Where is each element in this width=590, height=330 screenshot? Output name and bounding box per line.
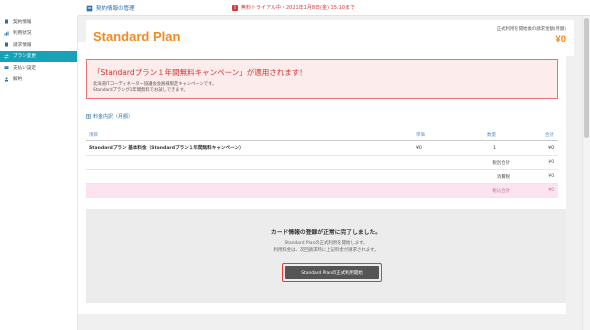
- document-icon: [5, 42, 8, 47]
- header-total: 合計: [545, 133, 554, 138]
- item-total: ¥0: [548, 145, 554, 151]
- summary-label: 消費税: [496, 174, 510, 180]
- table-header-row: 項目 単価 数量 合計: [86, 130, 558, 141]
- scrollbar[interactable]: [582, 16, 590, 330]
- summary-value: ¥0: [548, 160, 554, 165]
- sidebar-item-label: 契約情報: [13, 19, 32, 25]
- user-icon: [5, 77, 8, 82]
- chart-icon: [4, 31, 9, 36]
- start-button-frame: Standard Planの正式利用開始: [282, 263, 382, 282]
- campaign-text: 北海道ITコーディネーター協議会会員様限定キャンペーンです。 Standardプ…: [93, 82, 216, 94]
- swap-icon: [4, 54, 9, 59]
- campaign-title: 「Standardプラン１年間無料キャンペーン」が適用されます！: [93, 68, 307, 77]
- page-title: 契約情報の管理: [96, 6, 135, 12]
- table-icon: [86, 114, 91, 119]
- sidebar-item[interactable]: 支払い設定: [0, 62, 77, 74]
- campaign-banner: 「Standardプラン１年間無料キャンペーン」が適用されます！ 北海道ITコー…: [86, 59, 558, 99]
- sidebar: 契約情報利用状況請求情報プラン変更支払い設定解約: [0, 16, 78, 330]
- summary-value: ¥0: [548, 188, 554, 193]
- sidebar-item-label: プラン変更: [13, 54, 36, 60]
- sidebar-item-label: 支払い設定: [13, 65, 36, 71]
- header-unit: 単価: [416, 133, 425, 138]
- summary-value: ¥0: [548, 174, 554, 179]
- sidebar-item-label: 利用状況: [13, 31, 32, 37]
- card-icon: [4, 66, 9, 70]
- item-unit: ¥0: [416, 145, 422, 151]
- document-icon: [86, 5, 93, 11]
- summary-row-subtotal: 税別合計 ¥0: [86, 156, 558, 170]
- completion-line-1: Standard Planの正式利用を開始します。: [284, 241, 368, 246]
- header-qty: 数量: [487, 133, 496, 138]
- price-label: 正式利用を開始後の請求金額(月額): [496, 27, 566, 32]
- item-qty: 1: [493, 145, 496, 151]
- logo-area: [0, 0, 78, 16]
- completion-panel: カード情報の登録が正常に完了しました。 Standard Planの正式利用を開…: [86, 209, 566, 303]
- fee-table: 項目 単価 数量 合計 Standardプラン 基本料金（Standardプラン…: [86, 130, 558, 198]
- completion-title: カード情報の登録が正常に完了しました。: [270, 230, 382, 236]
- sidebar-item[interactable]: 解約: [0, 74, 77, 86]
- start-official-use-button[interactable]: Standard Planの正式利用開始: [285, 266, 379, 279]
- fee-section-title: 料金内訳（月額）: [86, 113, 133, 120]
- fee-section-label: 料金内訳（月額）: [93, 114, 134, 120]
- top-bar: 契約情報の管理 ! 無料トライアル中・2021年1月8日(金) 15:10まで: [0, 0, 590, 16]
- sidebar-item-label: 解約: [13, 77, 23, 83]
- table-row: Standardプラン 基本料金（Standardプラン１年間無料キャンペーン）…: [86, 141, 558, 156]
- trial-text: 無料トライアル中・2021年1月8日(金) 15:10まで: [241, 5, 355, 11]
- summary-row-tax: 消費税 ¥0: [86, 170, 558, 184]
- summary-label: 税別合計: [492, 160, 510, 166]
- alert-icon: !: [232, 4, 238, 11]
- document-icon: [5, 19, 8, 24]
- item-name: Standardプラン 基本料金（Standardプラン１年間無料キャンペーン）: [89, 146, 244, 151]
- header-item: 項目: [89, 133, 98, 138]
- summary-row-total: 税込合計 ¥0: [86, 184, 558, 198]
- summary-label: 税込合計: [492, 188, 510, 194]
- sidebar-item-label: 請求情報: [13, 42, 32, 48]
- sidebar-item[interactable]: 請求情報: [0, 39, 77, 51]
- campaign-line-2: Standardプランが1年間無料でお試しできます。: [93, 88, 188, 93]
- completion-line-2: 利用料金は、次回請求時に上記料金が請求されます。: [273, 248, 379, 253]
- trial-notice: ! 無料トライアル中・2021年1月8日(金) 15:10まで: [232, 4, 355, 11]
- sidebar-item[interactable]: プラン変更: [0, 50, 77, 62]
- sidebar-item[interactable]: 利用状況: [0, 28, 77, 40]
- scrollbar-thumb[interactable]: [584, 18, 589, 138]
- header-title-group: 契約情報の管理: [86, 4, 135, 12]
- sidebar-item[interactable]: 契約情報: [0, 16, 77, 28]
- completion-text: Standard Planの正式利用を開始します。 利用料金は、次回請求時に上記…: [86, 240, 566, 254]
